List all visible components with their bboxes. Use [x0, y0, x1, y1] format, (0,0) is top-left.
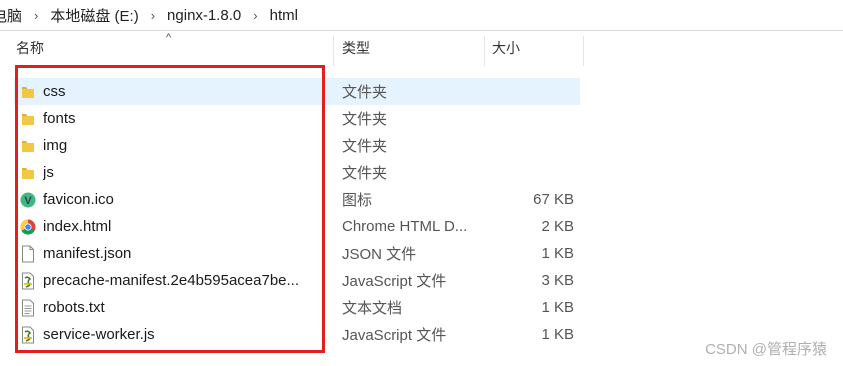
column-header-name[interactable]: 名称: [16, 38, 44, 68]
file-row[interactable]: fonts 文件夹: [14, 105, 580, 132]
file-size: 1 KB: [541, 326, 574, 343]
file-row[interactable]: service-worker.js JavaScript 文件 1 KB: [14, 321, 580, 348]
breadcrumb-item-computer[interactable]: 电脑: [0, 5, 22, 26]
file-type: 文本文档: [342, 300, 403, 317]
file-name: js: [43, 164, 54, 181]
address-bar[interactable]: 电脑 › 本地磁盘 (E:) › nginx-1.8.0 › html: [0, 0, 843, 31]
blank-file-icon: [20, 245, 36, 263]
file-type: JavaScript 文件: [342, 327, 447, 344]
file-row[interactable]: Vfavicon.ico 图标 67 KB: [14, 186, 580, 213]
file-name: fonts: [43, 110, 76, 127]
vue-letter: V: [24, 195, 32, 207]
chevron-right-icon[interactable]: ›: [151, 8, 155, 23]
chrome-icon: [20, 218, 36, 236]
chevron-right-icon[interactable]: ›: [34, 8, 38, 23]
file-type: 文件夹: [342, 84, 388, 101]
breadcrumb-item-drive[interactable]: 本地磁盘 (E:): [50, 5, 138, 26]
file-type: 图标: [342, 192, 373, 209]
file-name: css: [43, 83, 66, 100]
text-file-icon: [20, 299, 36, 317]
file-type: 文件夹: [342, 138, 388, 155]
column-divider[interactable]: [484, 36, 485, 66]
script-file-icon: [20, 326, 36, 344]
file-type: JavaScript 文件: [342, 273, 447, 290]
file-name: precache-manifest.2e4b595acea7be...: [43, 272, 300, 289]
breadcrumb-item-html[interactable]: html: [270, 7, 298, 24]
column-divider[interactable]: [333, 36, 334, 66]
file-row[interactable]: manifest.json JSON 文件 1 KB: [14, 240, 580, 267]
file-name: index.html: [43, 218, 112, 235]
file-type: 文件夹: [342, 165, 388, 182]
folder-icon: [20, 83, 36, 101]
file-type: Chrome HTML D...: [342, 218, 468, 235]
script-file-icon: [20, 272, 36, 290]
vue-logo-icon: V: [20, 191, 36, 209]
folder-icon: [20, 110, 36, 128]
file-row[interactable]: js 文件夹: [14, 159, 580, 186]
column-header-size[interactable]: 大小: [492, 38, 520, 68]
file-size: 1 KB: [541, 299, 574, 316]
chevron-right-icon[interactable]: ›: [253, 8, 257, 23]
file-name: favicon.ico: [43, 191, 114, 208]
file-type: 文件夹: [342, 111, 388, 128]
file-name: robots.txt: [43, 299, 105, 316]
watermark: CSDN @管程序猿: [705, 341, 827, 358]
breadcrumb-item-nginx[interactable]: nginx-1.8.0: [167, 7, 241, 24]
file-name: service-worker.js: [43, 326, 155, 343]
file-size: 3 KB: [541, 272, 574, 289]
file-size: 1 KB: [541, 245, 574, 262]
file-row[interactable]: index.html Chrome HTML D... 2 KB: [14, 213, 580, 240]
column-header-type[interactable]: 类型: [342, 38, 370, 68]
file-name: manifest.json: [43, 245, 132, 262]
file-row[interactable]: img 文件夹: [14, 132, 580, 159]
file-row[interactable]: robots.txt 文本文档 1 KB: [14, 294, 580, 321]
folder-icon: [20, 164, 36, 182]
column-divider[interactable]: [583, 36, 584, 66]
file-size: 2 KB: [541, 218, 574, 235]
file-row[interactable]: css 文件夹: [14, 78, 580, 105]
file-name: img: [43, 137, 68, 154]
file-type: JSON 文件: [342, 246, 417, 263]
file-size: 67 KB: [533, 191, 574, 208]
sort-ascending-icon: ^: [166, 32, 172, 44]
folder-icon: [20, 137, 36, 155]
file-row[interactable]: precache-manifest.2e4b595acea7be... JavaS…: [14, 267, 580, 294]
